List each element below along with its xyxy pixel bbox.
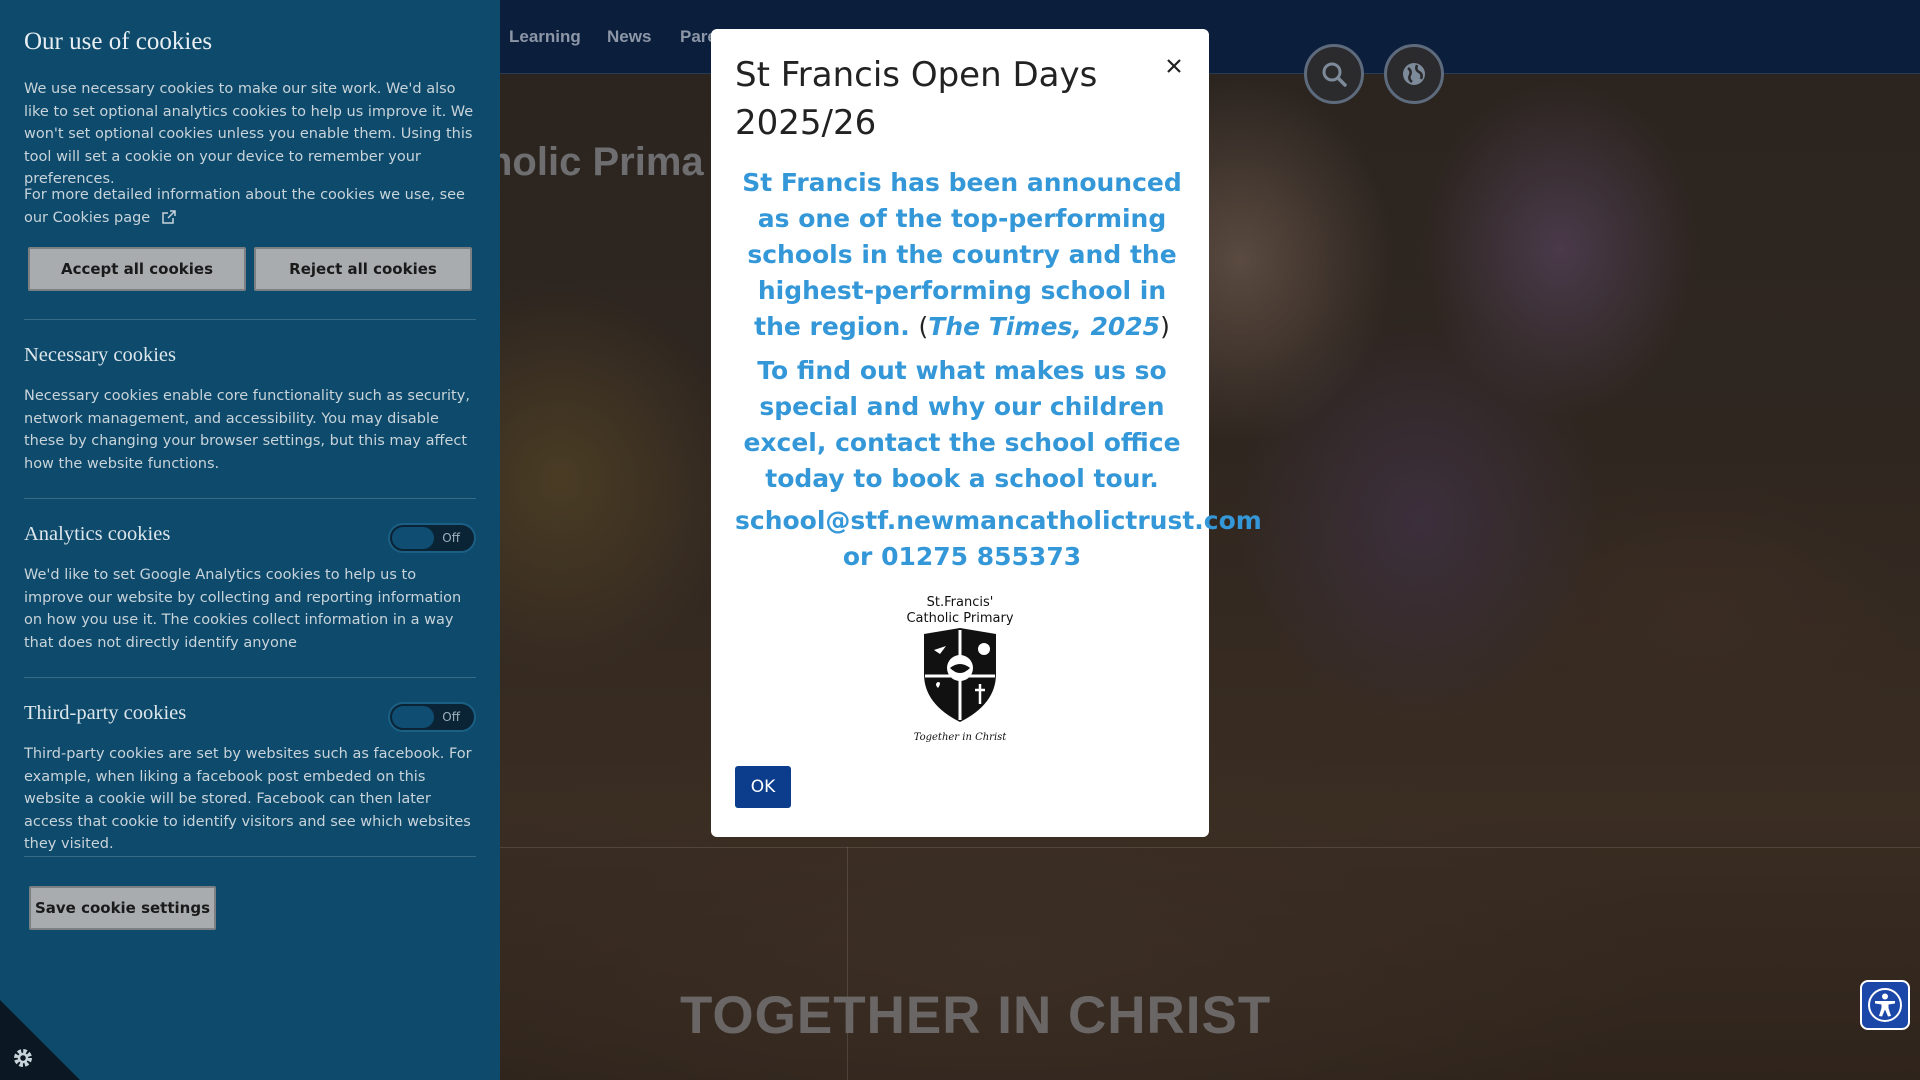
close-button[interactable]	[1159, 51, 1189, 81]
search-icon	[1322, 62, 1347, 87]
accessibility-button[interactable]	[1860, 980, 1910, 1030]
announcement-paragraph: St Francis has been announced as one of …	[735, 165, 1189, 345]
school-logo: St.Francis' Catholic Primary Together in…	[906, 595, 1013, 742]
third-party-cookies-heading: Third-party cookies	[24, 702, 187, 724]
school-motto: TOGETHER IN CHRIST	[680, 986, 1272, 1045]
necessary-cookies-text: Necessary cookies enable core functional…	[24, 388, 470, 472]
toggle-state-label: Off	[442, 531, 460, 545]
school-name-title: holic Prima	[488, 140, 704, 184]
open-days-modal: St Francis Open Days 2025/26 St Francis …	[711, 29, 1262, 837]
divider	[24, 498, 476, 499]
accept-all-cookies-button[interactable]: Accept all cookies	[28, 247, 246, 291]
cookie-panel-title: Our use of cookies	[24, 28, 213, 55]
citation-open: (	[918, 312, 929, 341]
translate-button[interactable]	[1384, 44, 1444, 104]
logo-line2: Catholic Primary	[906, 611, 1013, 626]
citation-close: )	[1160, 312, 1170, 341]
toggle-state-label: Off	[442, 710, 460, 724]
search-button[interactable]	[1304, 44, 1364, 104]
third-party-cookies-toggle[interactable]: Off	[388, 702, 476, 732]
cookie-consent-panel: Our use of cookies We use necessary cook…	[0, 0, 500, 1080]
citation-source: The Times, 2025	[928, 312, 1161, 341]
cookie-settings-tab[interactable]	[0, 1000, 80, 1080]
contact-email[interactable]: school@stf.newmancatholictrust.com	[735, 503, 1262, 539]
analytics-cookies-toggle[interactable]: Off	[388, 523, 476, 553]
save-cookie-settings-button[interactable]: Save cookie settings	[29, 886, 216, 930]
toggle-knob	[392, 706, 434, 728]
analytics-cookies-text: We'd like to set Google Analytics cookie…	[24, 567, 462, 651]
nav-item-learning[interactable]: Learning	[509, 27, 581, 47]
ok-button[interactable]: OK	[735, 766, 791, 808]
divider	[24, 677, 476, 678]
reject-all-cookies-button[interactable]: Reject all cookies	[254, 247, 472, 291]
contact-phone: or 01275 855373	[842, 542, 1082, 571]
analytics-cookies-heading: Analytics cookies	[24, 523, 171, 545]
accessibility-icon	[1868, 988, 1902, 1022]
logo-line1: St.Francis'	[927, 595, 994, 610]
tour-paragraph: To find out what makes us so special and…	[743, 356, 1181, 493]
necessary-cookies-heading: Necessary cookies	[24, 344, 176, 366]
modal-title: St Francis Open Days 2025/26	[735, 55, 1098, 143]
logo-motto: Together in Christ	[914, 732, 1008, 742]
divider	[24, 319, 476, 320]
contact-paragraph: school@stf.newmancatholictrust.com or 01…	[735, 503, 1262, 575]
close-icon	[1167, 59, 1181, 73]
cookie-intro-text: We use necessary cookies to make our sit…	[24, 81, 474, 187]
third-party-cookies-text: Third-party cookies are set by websites …	[24, 746, 472, 852]
divider	[24, 856, 476, 857]
globe-icon	[1403, 63, 1425, 85]
hero-divider	[500, 847, 1920, 848]
cookie-more-info-text[interactable]: For more detailed information about the …	[24, 187, 465, 226]
gear-icon	[14, 1049, 32, 1067]
external-link-icon	[162, 209, 176, 224]
cookie-more-info: For more detailed information about the …	[24, 184, 476, 229]
nav-item-news[interactable]: News	[607, 27, 651, 47]
toggle-knob	[392, 527, 434, 549]
